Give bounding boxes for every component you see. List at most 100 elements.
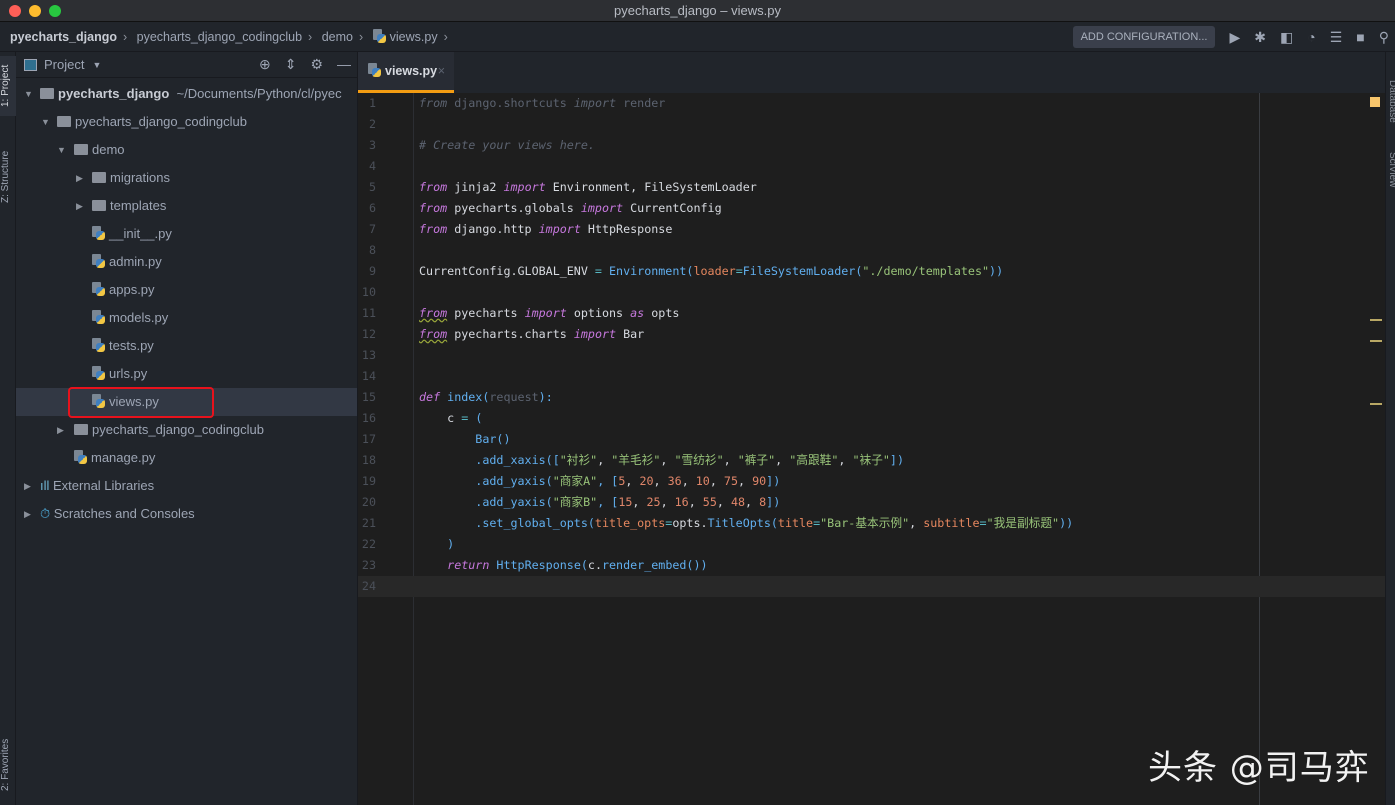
- code-token: ,: [688, 495, 703, 509]
- code-line[interactable]: 16 c = (: [358, 408, 1385, 429]
- tree-item[interactable]: ▶ templates: [16, 192, 357, 220]
- tab-views-py[interactable]: views.py ×: [358, 52, 454, 93]
- search-icon[interactable]: ⚲: [1379, 29, 1389, 46]
- code-token: pyecharts.charts: [447, 327, 574, 341]
- code-token: "./demo/templates": [862, 264, 990, 278]
- tree-item[interactable]: admin.py: [16, 248, 357, 276]
- code-line[interactable]: 8: [358, 240, 1385, 261]
- tree-item[interactable]: views.py: [16, 387, 357, 418]
- code-token: # Create your views here.: [419, 138, 595, 152]
- breadcrumb-project[interactable]: pyecharts_django: [10, 22, 117, 52]
- code-text: .add_yaxis("商家A", [5, 20, 36, 10, 75, 90…: [419, 471, 780, 492]
- code-text: from pyecharts import options as opts: [419, 303, 679, 324]
- expanded-arrow-icon[interactable]: ▼: [41, 108, 50, 136]
- hide-icon[interactable]: —: [337, 56, 351, 73]
- breadcrumb-demo[interactable]: demo: [322, 22, 353, 52]
- tree-item[interactable]: ▼ pyecharts_django_codingclub: [16, 108, 357, 136]
- expanded-arrow-icon[interactable]: ▼: [24, 80, 33, 108]
- code-token: import: [580, 201, 624, 215]
- code-line[interactable]: 2: [358, 114, 1385, 135]
- tree-item[interactable]: apps.py: [16, 276, 357, 304]
- code-token: "裤子": [737, 453, 776, 467]
- code-line[interactable]: 20 .add_yaxis("商家B", [15, 25, 16, 55, 48…: [358, 492, 1385, 513]
- code-line[interactable]: 15 def index(request):: [358, 387, 1385, 408]
- tree-item[interactable]: urls.py: [16, 360, 357, 388]
- code-line[interactable]: 10: [358, 282, 1385, 303]
- zoom-window-button[interactable]: [49, 5, 61, 17]
- database-tool-tab[interactable]: Database: [1387, 80, 1395, 123]
- code-line[interactable]: 6 from pyecharts.globals import CurrentCo…: [358, 198, 1385, 219]
- locate-icon[interactable]: ⊕: [259, 56, 271, 73]
- code-token: subtitle: [923, 516, 980, 530]
- debug-icon[interactable]: ✱: [1254, 29, 1266, 46]
- watermark: 头条 @司马弈: [1148, 748, 1370, 788]
- project-view-selector[interactable]: Project: [44, 57, 84, 72]
- breadcrumb-file[interactable]: views.py: [390, 22, 438, 52]
- sciview-tool-tab[interactable]: SciView: [1387, 152, 1395, 187]
- collapsed-arrow-icon[interactable]: ▶: [24, 472, 31, 500]
- code-token: request: [489, 390, 539, 404]
- tree-item[interactable]: ▶ migrations: [16, 164, 357, 192]
- code-line[interactable]: 11 from pyecharts import options as opts: [358, 303, 1385, 324]
- tree-item[interactable]: models.py: [16, 304, 357, 332]
- code-token: import: [503, 180, 546, 194]
- chevron-down-icon[interactable]: ▼: [92, 60, 101, 70]
- code-line[interactable]: 12 from pyecharts.charts import Bar: [358, 324, 1385, 345]
- code-line[interactable]: 3 # Create your views here.: [358, 135, 1385, 156]
- project-tool-tab[interactable]: 1: Project: [0, 56, 16, 116]
- tree-item[interactable]: ▼ pyecharts_django ~/Documents/Python/cl/…: [16, 80, 357, 108]
- code-line[interactable]: 17 Bar(): [358, 429, 1385, 450]
- close-window-button[interactable]: [9, 5, 21, 17]
- code-line[interactable]: 21 .set_global_opts(title_opts = opts.Titl…: [358, 513, 1385, 534]
- tree-item[interactable]: tests.py: [16, 332, 357, 360]
- tree-item[interactable]: manage.py: [16, 444, 357, 472]
- code-line[interactable]: 7 from django.http import HttpResponse: [358, 219, 1385, 240]
- window-controls[interactable]: [9, 5, 61, 17]
- code-line[interactable]: 1 from django.shortcuts import render: [358, 93, 1385, 114]
- tree-item[interactable]: ▶ pyecharts_django_codingclub: [16, 416, 357, 444]
- code-line[interactable]: 14: [358, 366, 1385, 387]
- code-line[interactable]: 9 CurrentConfig.GLOBAL_ENV = Environment(…: [358, 261, 1385, 282]
- coverage-icon[interactable]: ◧: [1280, 29, 1293, 46]
- code-line[interactable]: 19 .add_yaxis("商家A", [5, 20, 36, 10, 75,…: [358, 471, 1385, 492]
- run-concurrency-icon[interactable]: ☰: [1330, 29, 1343, 46]
- code-line[interactable]: 13: [358, 345, 1385, 366]
- profile-icon[interactable]: ◔: [1307, 29, 1315, 45]
- code-token: from: [419, 180, 448, 194]
- code-token: ,: [716, 495, 731, 509]
- tree-item[interactable]: ▶ ıll External Libraries: [16, 472, 357, 500]
- line-number: 10: [361, 285, 376, 299]
- collapsed-arrow-icon[interactable]: ▶: [24, 500, 31, 528]
- code-token: .add_yaxis(: [419, 474, 553, 488]
- structure-tool-tab[interactable]: Z: Structure: [0, 144, 16, 210]
- code-line[interactable]: 23 return HttpResponse(c.render_embed()): [358, 555, 1385, 576]
- code-token: FileSystemLoader(: [742, 264, 863, 278]
- stop-icon[interactable]: ■: [1356, 29, 1364, 45]
- code-line[interactable]: 22 ): [358, 534, 1385, 555]
- code-line[interactable]: 24: [358, 576, 1385, 597]
- close-icon[interactable]: ×: [438, 52, 445, 90]
- code-token: , [: [597, 495, 619, 509]
- collapsed-arrow-icon[interactable]: ▶: [57, 416, 64, 444]
- minimize-window-button[interactable]: [29, 5, 41, 17]
- chevron-right-icon: ›: [443, 30, 448, 44]
- editor-tab-bar: views.py ×: [358, 52, 1385, 93]
- collapsed-arrow-icon[interactable]: ▶: [76, 164, 83, 192]
- collapsed-arrow-icon[interactable]: ▶: [76, 192, 83, 220]
- add-configuration-button[interactable]: ADD CONFIGURATION...: [1072, 26, 1216, 48]
- expanded-arrow-icon[interactable]: ▼: [57, 136, 66, 164]
- code-token: c: [419, 411, 462, 425]
- code-line[interactable]: 5 from jinja2 import Environment, FileSys…: [358, 177, 1385, 198]
- run-icon[interactable]: ▶: [1229, 29, 1240, 46]
- code-token: import: [538, 222, 581, 236]
- tree-item[interactable]: ▼ demo: [16, 136, 357, 164]
- tree-item[interactable]: __init__.py: [16, 220, 357, 248]
- code-line[interactable]: 18 .add_xaxis(["衬衫", "羊毛衫", "雪纺衫", "裤子",…: [358, 450, 1385, 471]
- collapse-all-icon[interactable]: ⇕: [285, 56, 297, 73]
- gear-icon[interactable]: ⚙: [310, 56, 323, 73]
- code-editor[interactable]: 1 from django.shortcuts import render 2 3 # …: [358, 93, 1385, 805]
- favorites-tool-tab[interactable]: 2: Favorites: [0, 732, 16, 798]
- tree-item[interactable]: ▶ ⏱ Scratches and Consoles: [16, 500, 357, 528]
- code-line[interactable]: 4: [358, 156, 1385, 177]
- breadcrumb-package[interactable]: pyecharts_django_codingclub: [137, 22, 302, 52]
